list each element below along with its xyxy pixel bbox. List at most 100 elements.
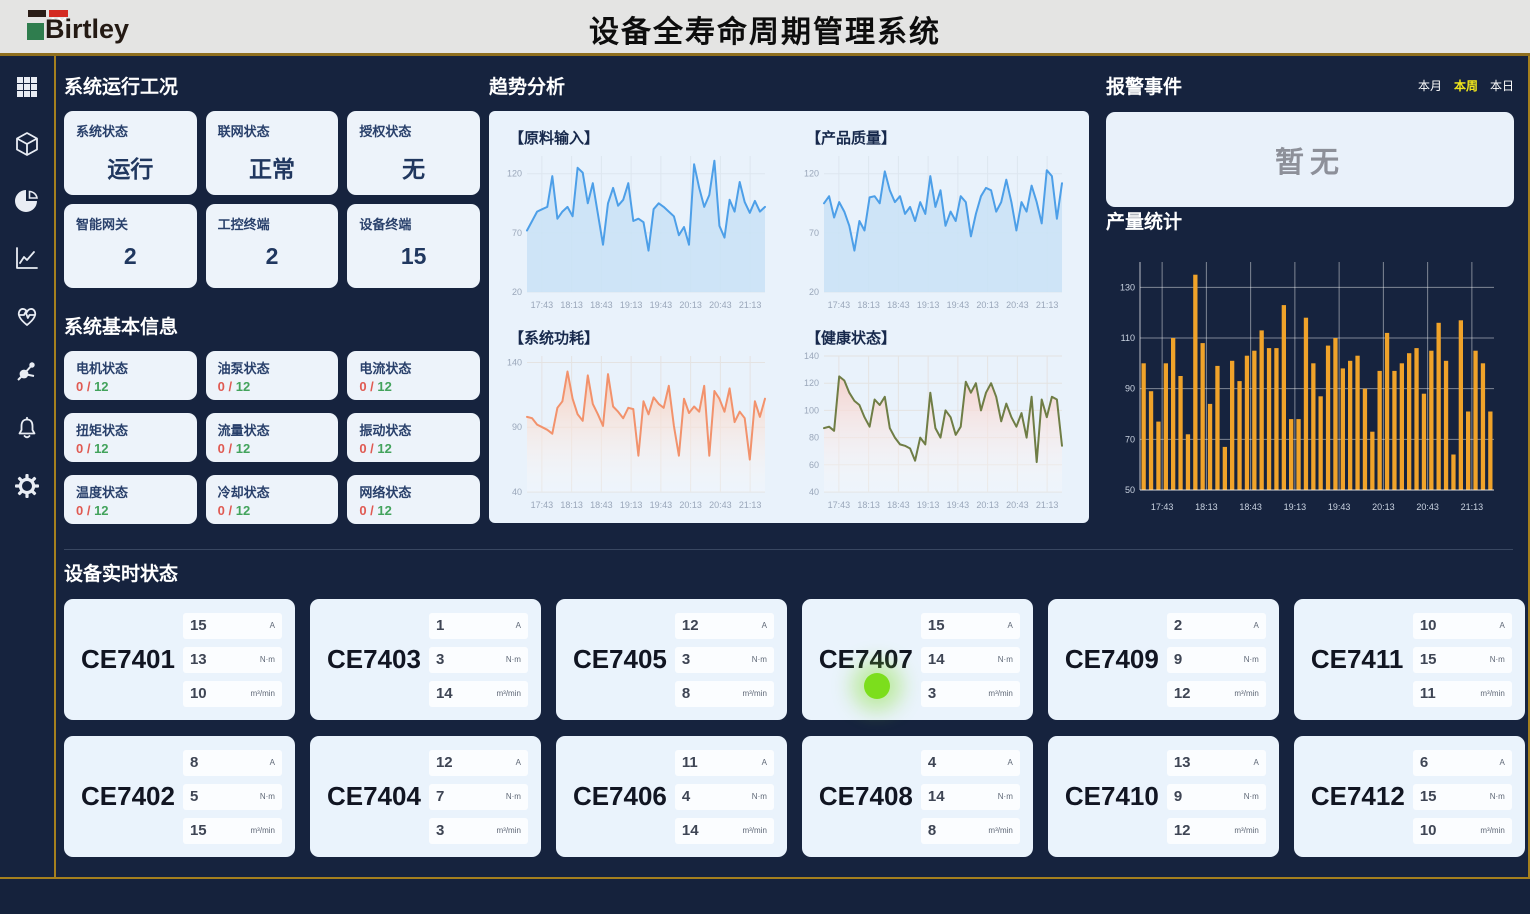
- svg-text:19:13: 19:13: [917, 500, 940, 510]
- device-card-CE7404[interactable]: CE740412A7N·m3m³/min: [310, 736, 541, 857]
- device-card-CE7407[interactable]: CE7407 15A14N·m3m³/min: [802, 599, 1033, 720]
- device-card-CE7405[interactable]: CE740512A3N·m8m³/min: [556, 599, 787, 720]
- svg-text:20: 20: [512, 287, 522, 297]
- pie-chart-icon[interactable]: [12, 186, 42, 216]
- alarm-empty-text: 暂无: [1275, 139, 1345, 181]
- device-card-CE7403[interactable]: CE74031A3N·m14m³/min: [310, 599, 541, 720]
- device-metric-row: 14N·m: [921, 784, 1020, 810]
- metric-value: 8: [682, 685, 690, 702]
- card-label: 智能网关: [76, 214, 185, 233]
- device-card-CE7401[interactable]: CE740115A13N·m10m³/min: [64, 599, 295, 720]
- basic-info-card: 电机状态0 / 12: [64, 351, 197, 400]
- line-chart-icon[interactable]: [12, 243, 42, 273]
- card-label: 系统状态: [76, 121, 185, 140]
- device-card-CE7409[interactable]: CE74092A9N·m12m³/min: [1048, 599, 1279, 720]
- card-label: 联网状态: [218, 121, 327, 140]
- metric-value: 14: [436, 685, 453, 702]
- device-card-CE7412[interactable]: CE74126A15N·m10m³/min: [1294, 736, 1525, 857]
- device-metric-row: 12m³/min: [1167, 818, 1266, 844]
- metric-value: 11: [682, 754, 698, 771]
- svg-text:130: 130: [1120, 282, 1135, 292]
- metric-unit: N·m: [260, 792, 275, 801]
- card-value: 2: [76, 243, 185, 270]
- bell-icon[interactable]: [12, 414, 42, 444]
- device-name: CE7407: [815, 644, 913, 675]
- device-name: CE7404: [323, 781, 421, 812]
- metric-unit: N·m: [1490, 792, 1505, 801]
- metric-unit: N·m: [260, 655, 275, 664]
- card-label: 冷却状态: [218, 482, 327, 501]
- device-metric-row: 8A: [183, 750, 282, 776]
- svg-text:20:43: 20:43: [709, 300, 732, 310]
- device-metric-row: 10m³/min: [183, 681, 282, 707]
- metric-value: 15: [928, 617, 945, 634]
- metric-unit: m³/min: [496, 689, 520, 698]
- metric-unit: N·m: [506, 792, 521, 801]
- svg-text:120: 120: [804, 169, 819, 179]
- device-metrics: 15A14N·m3m³/min: [921, 613, 1020, 707]
- metric-value: 14: [928, 651, 945, 668]
- device-card-CE7411[interactable]: CE741110A15N·m11m³/min: [1294, 599, 1525, 720]
- metric-unit: m³/min: [1480, 689, 1504, 698]
- svg-text:20:43: 20:43: [1006, 300, 1029, 310]
- device-metric-row: 3N·m: [675, 647, 774, 673]
- devices-title: 设备实时状态: [64, 559, 1513, 586]
- metric-value: 4: [928, 754, 936, 771]
- metric-unit: A: [1008, 758, 1013, 767]
- molecule-icon[interactable]: [12, 357, 42, 387]
- svg-text:19:13: 19:13: [620, 300, 643, 310]
- metric-unit: m³/min: [496, 826, 520, 835]
- svg-text:18:43: 18:43: [1239, 502, 1262, 512]
- device-metrics: 15A13N·m10m³/min: [183, 613, 282, 707]
- cube-icon[interactable]: [12, 129, 42, 159]
- device-metric-row: 3m³/min: [921, 681, 1020, 707]
- metric-unit: A: [1254, 758, 1259, 767]
- svg-text:20:13: 20:13: [679, 500, 702, 510]
- device-name: CE7405: [569, 644, 667, 675]
- chart-title: 【系统功耗】: [509, 327, 784, 348]
- device-metric-row: 15m³/min: [183, 818, 282, 844]
- card-label: 电流状态: [359, 358, 468, 377]
- svg-text:18:43: 18:43: [590, 300, 613, 310]
- metric-value: 3: [928, 685, 936, 702]
- metric-value: 7: [436, 788, 444, 805]
- device-name: CE7408: [815, 781, 913, 812]
- apps-grid-icon[interactable]: [12, 72, 42, 102]
- device-card-CE7402[interactable]: CE74028A5N·m15m³/min: [64, 736, 295, 857]
- trend-panel: 趋势分析 【原料输入】207012017:4318:1318:4319:1319…: [489, 72, 1089, 523]
- alarm-tab-2[interactable]: 本日: [1490, 77, 1514, 94]
- metric-unit: A: [516, 621, 521, 630]
- svg-text:18:13: 18:13: [1195, 502, 1218, 512]
- gear-icon[interactable]: [12, 471, 42, 501]
- metric-value: 15: [190, 617, 207, 634]
- device-card-CE7406[interactable]: CE740611A4N·m14m³/min: [556, 736, 787, 857]
- metric-unit: N·m: [506, 655, 521, 664]
- metric-value: 13: [1174, 754, 1191, 771]
- metric-value: 14: [928, 788, 945, 805]
- device-metric-row: 11m³/min: [1413, 681, 1512, 707]
- device-card-CE7410[interactable]: CE741013A9N·m12m³/min: [1048, 736, 1279, 857]
- device-card-CE7408[interactable]: CE74084A14N·m8m³/min: [802, 736, 1033, 857]
- page-title: 设备全寿命周期管理系统: [0, 7, 1530, 51]
- alarm-tab-0[interactable]: 本月: [1418, 77, 1442, 94]
- svg-text:18:13: 18:13: [857, 300, 880, 310]
- metric-value: 12: [1174, 822, 1191, 839]
- card-value: 正常: [218, 150, 327, 184]
- device-name: CE7411: [1307, 644, 1405, 675]
- card-value: 0 / 12: [218, 379, 327, 394]
- health-pulse-icon[interactable]: [12, 300, 42, 330]
- alarm-tab-1[interactable]: 本周: [1454, 77, 1478, 94]
- svg-text:20:13: 20:13: [976, 500, 999, 510]
- device-metrics: 6A15N·m10m³/min: [1413, 750, 1512, 844]
- card-value: 0 / 12: [76, 441, 185, 456]
- metric-unit: N·m: [752, 792, 767, 801]
- svg-text:20:43: 20:43: [1006, 500, 1029, 510]
- card-label: 工控终端: [218, 214, 327, 233]
- device-metric-row: 12m³/min: [1167, 681, 1266, 707]
- metric-value: 14: [682, 822, 699, 839]
- alarm-header: 报警事件 本月本周本日: [1106, 72, 1514, 99]
- alarm-tabs: 本月本周本日: [1418, 77, 1514, 94]
- svg-text:140: 140: [507, 357, 522, 367]
- device-metric-row: 15A: [183, 613, 282, 639]
- run-status-title: 系统运行工况: [64, 72, 480, 99]
